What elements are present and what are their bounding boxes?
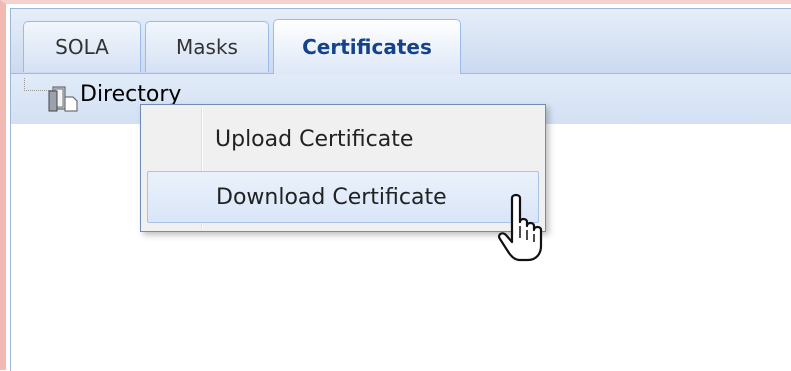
download-certificate-menu-item[interactable]: Download Certificate — [147, 171, 539, 223]
download-certificate-label: Download Certificate — [216, 184, 447, 210]
tab-certificates-label: Certificates — [302, 35, 432, 59]
tab-masks-label: Masks — [176, 35, 238, 59]
upload-certificate-label: Upload Certificate — [215, 126, 414, 152]
tab-strip: SOLA Masks Certificates — [11, 9, 791, 74]
upload-certificate-menu-item[interactable]: Upload Certificate — [147, 113, 539, 165]
tab-certificates[interactable]: Certificates — [273, 19, 461, 74]
tab-sola-label: SOLA — [55, 35, 109, 59]
directory-icon — [47, 83, 79, 115]
context-menu: Upload Certificate Download Certificate — [140, 104, 546, 232]
tab-sola[interactable]: SOLA — [23, 21, 141, 72]
hand-pointer-icon — [498, 190, 558, 265]
tab-masks[interactable]: Masks — [145, 21, 269, 72]
